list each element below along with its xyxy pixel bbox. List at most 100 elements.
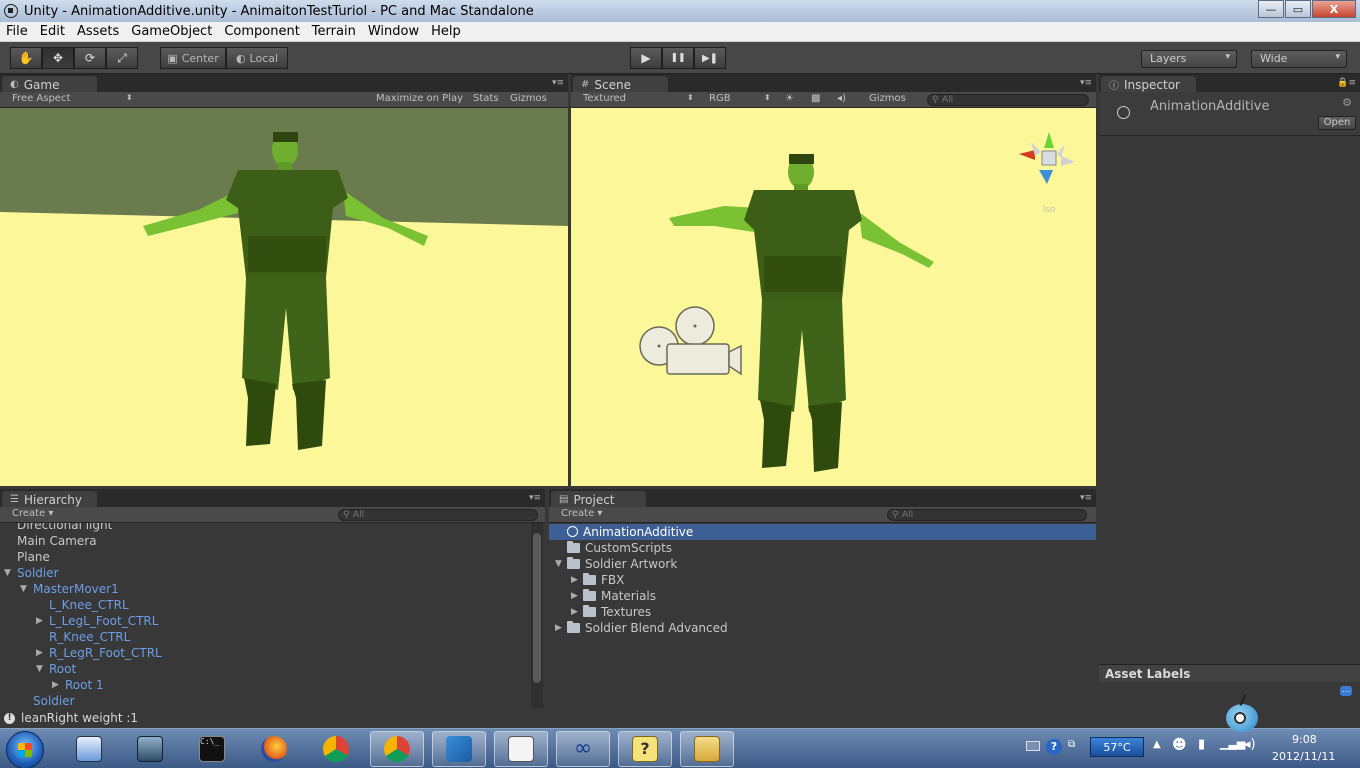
hierarchy-item[interactable]: ▼ MasterMover1 [0, 581, 530, 597]
taskbar-app-11[interactable] [680, 731, 734, 767]
play-button[interactable]: ▶ [630, 47, 662, 69]
expand-right-icon[interactable]: ▶ [52, 677, 59, 693]
hierarchy-item[interactable]: Plane [0, 549, 530, 565]
taskbar-app-7[interactable] [432, 731, 486, 767]
project-item[interactable]: ▶ Soldier Blend Advanced [549, 620, 1096, 636]
project-item[interactable]: ▶ FBX [549, 572, 1096, 588]
hand-tool-button[interactable]: ✋ [10, 47, 42, 69]
tab-game[interactable]: ◐ Game [2, 76, 97, 92]
project-item[interactable]: CustomScripts [549, 540, 1096, 556]
show-hidden-icons[interactable]: ▲ [1153, 739, 1161, 750]
maximize-button[interactable]: ▭ [1285, 0, 1311, 18]
project-item[interactable]: ▼ Soldier Artwork [549, 556, 1096, 572]
hierarchy-scroll-thumb[interactable] [533, 533, 541, 683]
expand-right-icon[interactable]: ▶ [571, 604, 578, 620]
rotate-tool-button[interactable]: ⟳ [74, 47, 106, 69]
maximize-on-play-toggle[interactable]: Maximize on Play [376, 93, 463, 104]
menu-file[interactable]: File [0, 24, 34, 39]
taskbar-app-9[interactable]: ∞ [556, 731, 610, 767]
expand-down-icon[interactable]: ▼ [4, 565, 11, 581]
hierarchy-item[interactable]: ▶ Root 1 [0, 677, 530, 693]
project-search-input[interactable]: All [887, 509, 1087, 521]
step-button[interactable]: ▶❚ [694, 47, 726, 69]
taskbar-app-6[interactable] [370, 731, 424, 767]
game-viewport[interactable] [0, 108, 568, 486]
scene-gizmos-dropdown[interactable]: Gizmos [869, 93, 906, 104]
scene-lighting-toggle[interactable]: ☀ [785, 93, 794, 104]
taskbar-app-1[interactable] [62, 731, 116, 767]
scene-search-input[interactable]: All [927, 94, 1089, 106]
project-create-dropdown[interactable]: Create ▾ [561, 508, 602, 519]
menu-terrain[interactable]: Terrain [306, 24, 362, 39]
game-gizmos-toggle[interactable]: Gizmos [510, 93, 547, 104]
hierarchy-item[interactable]: ▼ Root [0, 661, 530, 677]
channel-dropdown[interactable]: RGB [709, 93, 731, 104]
layout-dropdown[interactable]: Wide [1251, 50, 1347, 68]
status-message[interactable]: leanRight weight :1 [21, 711, 138, 725]
settings-gear-icon[interactable]: ⚙ [1342, 96, 1352, 109]
expand-down-icon[interactable]: ▼ [20, 581, 27, 597]
move-tool-button[interactable]: ✥ [42, 47, 74, 69]
open-button[interactable]: Open [1318, 116, 1356, 130]
menu-gameobject[interactable]: GameObject [125, 24, 218, 39]
hierarchy-item[interactable]: Main Camera [0, 533, 530, 549]
render-mode-dropdown[interactable]: Textured [583, 93, 626, 104]
device-tray-icon[interactable]: ▮ [1198, 737, 1205, 752]
close-button[interactable]: X [1312, 0, 1356, 18]
temperature-widget[interactable]: 57°C [1090, 737, 1144, 757]
stats-toggle[interactable]: Stats [473, 93, 499, 104]
pivot-rotation-button[interactable]: ◐ Local [226, 47, 288, 69]
expand-right-icon[interactable]: ▶ [555, 620, 562, 636]
hierarchy-item[interactable]: ▶ R_LegR_Foot_CTRL [0, 645, 530, 661]
hierarchy-item[interactable]: ▶ L_LegL_Foot_CTRL [0, 613, 530, 629]
minimize-button[interactable]: — [1258, 0, 1284, 18]
project-item[interactable]: ▶ Textures [549, 604, 1096, 620]
hierarchy-item[interactable]: ▼ Soldier [0, 565, 530, 581]
hierarchy-item[interactable]: Soldier [0, 693, 530, 708]
scene-viewport[interactable]: Iso [571, 108, 1096, 486]
start-button[interactable] [6, 731, 44, 768]
expand-down-icon[interactable]: ▼ [555, 556, 562, 572]
network-tray-icon[interactable]: ⧉ [1068, 739, 1080, 753]
panel-menu-icon[interactable]: ▾≡ [552, 78, 564, 88]
scene-panel-menu-icon[interactable]: ▾≡ [1080, 78, 1092, 88]
scene-overlay-toggle[interactable]: ▩ [811, 93, 820, 104]
hierarchy-item[interactable]: Directional light [0, 523, 530, 533]
expand-right-icon[interactable]: ▶ [36, 613, 43, 629]
hierarchy-search-input[interactable]: All [338, 509, 538, 521]
tab-project[interactable]: ▤ Project [551, 491, 646, 507]
expand-right-icon[interactable]: ▶ [571, 588, 578, 604]
hierarchy-create-dropdown[interactable]: Create ▾ [12, 508, 53, 519]
pause-button[interactable]: ❚❚ [662, 47, 694, 69]
project-item[interactable]: ▶ Materials [549, 588, 1096, 604]
menu-component[interactable]: Component [218, 24, 305, 39]
tab-scene[interactable]: # Scene [573, 76, 668, 92]
taskbar-app-8[interactable] [494, 731, 548, 767]
asset-labels-menu-icon[interactable]: … [1340, 686, 1352, 696]
taskbar-app-2[interactable] [123, 731, 177, 767]
hierarchy-item[interactable]: R_Knee_CTRL [0, 629, 530, 645]
clock-time[interactable]: 9:08 [1292, 733, 1317, 746]
inspector-lock-icon[interactable]: 🔒≡ [1337, 78, 1356, 88]
menu-help[interactable]: Help [425, 24, 467, 39]
layers-dropdown[interactable]: Layers [1141, 50, 1237, 68]
menu-window[interactable]: Window [362, 24, 425, 39]
keyboard-tray-icon[interactable] [1026, 741, 1040, 751]
tab-hierarchy[interactable]: ☰ Hierarchy [2, 491, 97, 507]
hierarchy-scrollbar[interactable] [531, 523, 543, 708]
hierarchy-panel-menu-icon[interactable]: ▾≡ [529, 493, 541, 503]
scene-audio-toggle[interactable]: ◂) [837, 93, 846, 104]
tab-inspector[interactable]: ⓘ Inspector [1101, 76, 1196, 92]
aspect-dropdown[interactable]: Free Aspect [12, 93, 70, 104]
pivot-mode-button[interactable]: ▣ Center [160, 47, 226, 69]
help-tray-icon[interactable]: ? [1046, 739, 1062, 755]
expand-right-icon[interactable]: ▶ [571, 572, 578, 588]
signal-tray-icon[interactable]: ▁▃▅ [1220, 737, 1245, 750]
taskbar-app-5[interactable] [309, 731, 363, 767]
clock-date[interactable]: 2012/11/11 [1272, 750, 1335, 763]
volume-tray-icon[interactable]: ◂) [1244, 737, 1256, 752]
taskbar-app-10[interactable]: ? [618, 731, 672, 767]
expand-right-icon[interactable]: ▶ [36, 645, 43, 661]
taskbar-app-4[interactable] [247, 731, 301, 767]
menu-assets[interactable]: Assets [71, 24, 125, 39]
